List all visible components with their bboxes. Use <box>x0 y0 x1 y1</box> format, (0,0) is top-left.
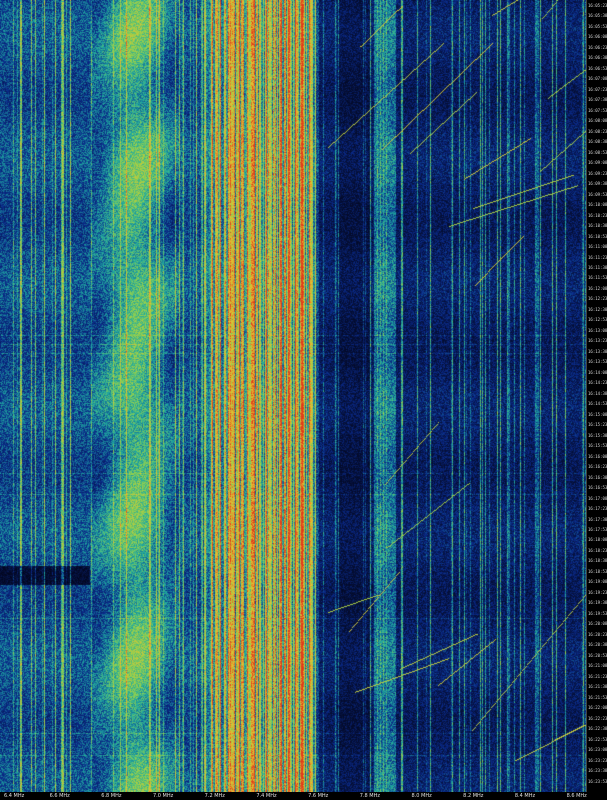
time-tick-label: 16:08:53 <box>588 149 607 155</box>
time-tick-label: 16:19:23 <box>588 589 607 595</box>
frequency-tick-label: 8.2 MHz <box>463 793 484 799</box>
time-tick-label: 16:19:53 <box>588 610 607 616</box>
time-tick-label: 16:14:23 <box>588 380 607 386</box>
time-tick-label: 16:10:08 <box>588 202 607 208</box>
frequency-tick-label: 7.8 MHz <box>359 793 381 799</box>
time-tick-label: 16:06:53 <box>588 65 607 71</box>
time-tick-label: 16:09:53 <box>588 191 607 197</box>
time-tick-label: 16:17:08 <box>588 495 607 501</box>
frequency-tick-label: 7.4 MHz <box>256 793 277 799</box>
time-tick-label: 16:06:38 <box>588 55 607 61</box>
time-tick-label: 16:15:08 <box>588 411 607 417</box>
time-tick-label: 16:23:08 <box>588 747 607 753</box>
time-tick-label: 16:15:23 <box>588 422 607 428</box>
time-tick-label: 16:05:53 <box>588 23 607 29</box>
time-tick-label: 16:21:53 <box>588 694 607 700</box>
time-tick-label: 16:08:38 <box>588 139 607 145</box>
time-tick-label: 16:15:53 <box>588 443 607 449</box>
frequency-tick-label: 8.0 MHz <box>411 793 432 799</box>
time-tick-label: 16:10:23 <box>588 212 607 218</box>
time-tick-label: 16:18:23 <box>588 547 607 553</box>
time-tick-label: 16:05:23 <box>588 3 607 8</box>
time-tick-label: 16:20:38 <box>588 642 607 648</box>
time-tick-label: 16:09:38 <box>588 181 607 187</box>
time-tick-label: 16:11:08 <box>588 244 607 250</box>
time-tick-label: 16:22:23 <box>588 715 607 721</box>
time-tick-label: 16:15:38 <box>588 432 607 438</box>
time-tick-label: 16:12:23 <box>588 296 607 302</box>
time-tick-label: 16:13:53 <box>588 359 607 365</box>
time-tick-label: 16:16:08 <box>588 453 607 459</box>
time-scale: 16:05:23 16:05:38 16:05:53 16:06:08 16:06:23… <box>586 0 607 792</box>
time-tick-label: 16:09:23 <box>588 170 607 176</box>
frequency-tick-label: 7.6 MHz <box>308 793 329 799</box>
time-tick-label: 16:16:38 <box>588 474 607 480</box>
time-tick-label: 16:12:53 <box>588 317 607 323</box>
time-tick-label: 16:16:53 <box>588 485 607 491</box>
frequency-axis: 6.4 MHz 6.6 MHz 6.8 MHz 7.0 MHz 7.2 MHz 7.4 M… <box>0 792 607 800</box>
time-tick-label: 16:10:53 <box>588 233 607 239</box>
time-tick-label: 16:23:23 <box>588 757 607 763</box>
frequency-tick-label: 7.2 MHz <box>204 793 225 799</box>
time-tick-label: 16:13:08 <box>588 327 607 333</box>
time-tick-label: 16:07:53 <box>588 107 607 113</box>
time-tick-label: 16:14:08 <box>588 369 607 375</box>
time-tick-label: 16:17:23 <box>588 506 607 512</box>
time-tick-label: 16:17:53 <box>588 527 607 532</box>
time-tick-label: 16:06:08 <box>588 34 607 40</box>
time-tick-label: 16:11:53 <box>588 275 607 281</box>
time-tick-label: 16:18:53 <box>588 568 607 574</box>
time-tick-label: 16:12:08 <box>588 285 607 291</box>
time-tick-label: 16:10:38 <box>588 223 607 229</box>
time-tick-label: 16:07:38 <box>588 97 607 103</box>
time-tick-label: 16:09:08 <box>588 160 607 166</box>
time-tick-label: 16:16:23 <box>588 464 607 470</box>
time-tick-label: 16:12:38 <box>588 306 607 312</box>
frequency-tick-label: 8.6 MHz <box>566 793 587 799</box>
time-tick-label: 16:05:38 <box>588 13 607 19</box>
frequency-tick-label: 8.4 MHz <box>514 793 536 799</box>
time-tick-label: 16:18:38 <box>588 558 607 564</box>
time-tick-label: 16:11:23 <box>588 254 607 260</box>
time-tick-label: 16:21:08 <box>588 663 607 669</box>
time-tick-label: 16:07:23 <box>588 86 607 92</box>
frequency-tick-label: 6.8 MHz <box>101 793 122 799</box>
time-tick-label: 16:18:08 <box>588 537 607 543</box>
time-tick-label: 16:06:23 <box>588 44 607 50</box>
time-tick-label: 16:17:38 <box>588 516 607 522</box>
time-tick-label: 16:22:53 <box>588 736 607 742</box>
frequency-tick-label: 6.6 MHz <box>49 793 70 799</box>
time-tick-label: 16:20:23 <box>588 631 607 637</box>
time-tick-label: 16:21:38 <box>588 684 607 690</box>
time-tick-label: 16:21:23 <box>588 673 607 679</box>
time-tick-label: 16:20:08 <box>588 621 607 627</box>
time-tick-label: 16:19:38 <box>588 600 607 606</box>
time-tick-label: 16:08:23 <box>588 128 607 134</box>
time-tick-label: 16:20:53 <box>588 652 607 658</box>
time-tick-label: 16:14:38 <box>588 390 607 396</box>
time-tick-label: 16:22:38 <box>588 726 607 732</box>
time-tick-label: 16:13:38 <box>588 348 607 354</box>
time-tick-label: 16:23:38 <box>588 768 607 774</box>
time-tick-label: 16:13:23 <box>588 338 607 344</box>
time-tick-label: 16:08:08 <box>588 118 607 124</box>
time-tick-label: 16:11:38 <box>588 265 607 270</box>
time-tick-label: 16:22:08 <box>588 705 607 711</box>
time-tick-label: 16:14:53 <box>588 401 607 407</box>
time-tick-label: 16:19:08 <box>588 579 607 585</box>
frequency-tick-label: 7.0 MHz <box>152 793 174 799</box>
frequency-tick-label: 6.4 MHz <box>4 793 25 799</box>
time-tick-label: 16:07:08 <box>588 76 607 82</box>
spectrum-waterfall[interactable] <box>0 0 586 792</box>
time-tick-label: 16:23:53 <box>588 778 607 784</box>
